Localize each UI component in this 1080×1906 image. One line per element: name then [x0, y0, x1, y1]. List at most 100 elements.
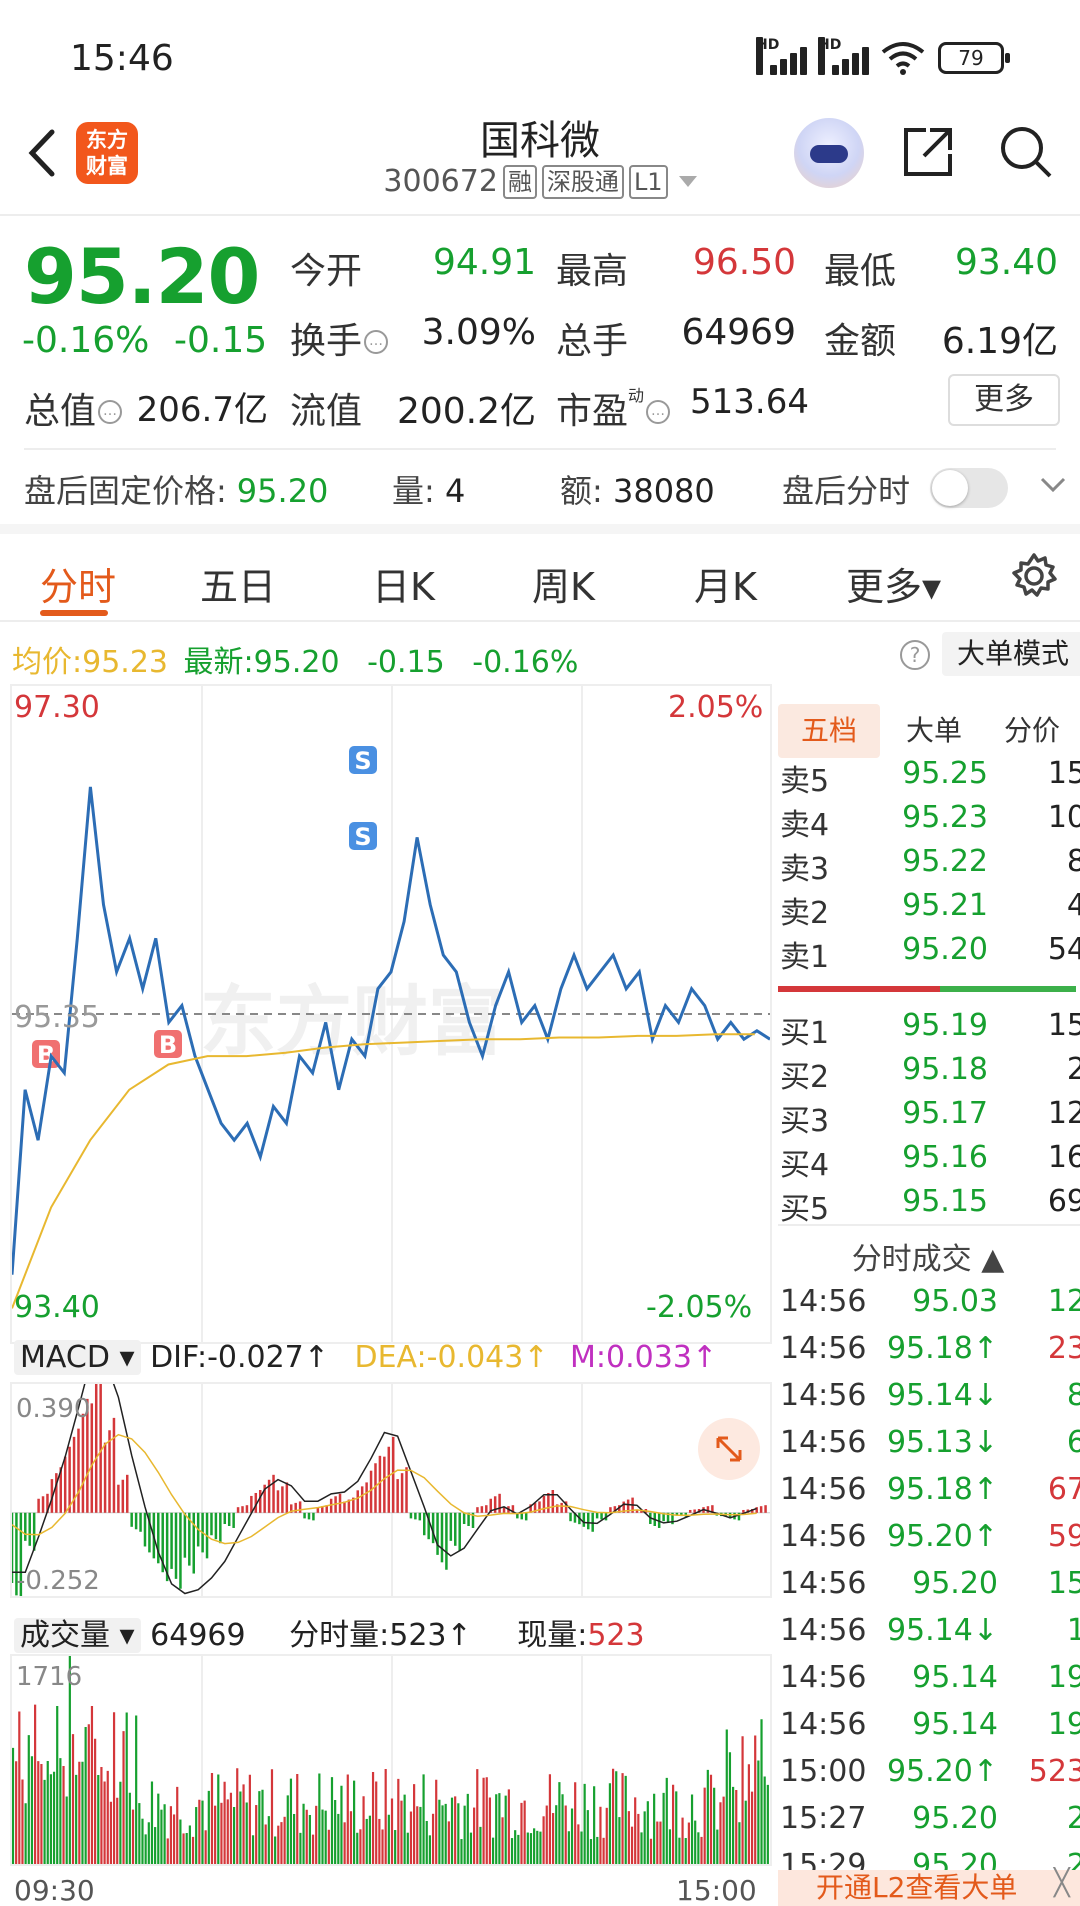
share-icon[interactable] [900, 124, 956, 180]
info-icon[interactable]: … [646, 400, 671, 424]
tick-price: 95.14↓ [886, 1613, 998, 1648]
volume-value: 64969 [681, 312, 796, 353]
tick-volume: 12 [1047, 1284, 1080, 1319]
macd-selector[interactable]: MACD ▾ [14, 1340, 141, 1375]
big-order-mode-button[interactable]: 大单模式 [942, 632, 1080, 676]
tick-volume: 67 [1047, 1472, 1080, 1507]
ask-price: 95.22 [902, 844, 988, 879]
after-hours-row: 盘后固定价格: 95.20 [24, 472, 329, 510]
tick-time: 14:56 [780, 1472, 867, 1507]
chart-bottom-pct: -2.05% [646, 1290, 753, 1325]
chevron-down-icon[interactable] [1040, 476, 1066, 494]
tick-volume: 59 [1047, 1519, 1080, 1554]
close-icon[interactable]: ╳ [1054, 1868, 1070, 1898]
time-start: 09:30 [14, 1874, 95, 1906]
more-button[interactable]: 更多 [948, 374, 1060, 426]
after-hours-toggle[interactable] [930, 468, 1008, 508]
tick-time: 15:27 [780, 1801, 867, 1836]
tick-volume: 6 [1066, 1425, 1080, 1460]
ask-label: 卖3 [780, 852, 830, 887]
pe-label[interactable]: 市盈动… [556, 382, 671, 434]
bid-price: 95.15 [902, 1184, 988, 1219]
after-hours-toggle-label: 盘后分时 [782, 472, 911, 510]
bid-volume: 16 [1047, 1140, 1080, 1175]
macd-header: MACD ▾ DIF:-0.027↑ DEA:-0.043↑ M:0.033↑ [14, 1340, 717, 1375]
tab-daily-k[interactable]: 日K [372, 556, 435, 611]
l2-banner[interactable]: 开通L2查看大单 [778, 1870, 1080, 1906]
margin-tag: 融 [502, 164, 537, 199]
ask-price: 95.20 [902, 932, 988, 967]
tick-time: 14:56 [780, 1707, 867, 1742]
low-label: 最低 [824, 251, 897, 292]
tab-weekly-k[interactable]: 周K [532, 556, 595, 611]
mktcap-label[interactable]: 总值… [24, 382, 123, 434]
volume-max: 1716 [16, 1662, 83, 1692]
tick-price: 95.13↓ [886, 1425, 998, 1460]
tick-time: 14:56 [780, 1660, 867, 1695]
expand-icon[interactable] [698, 1418, 760, 1480]
marker-label: S [354, 747, 371, 775]
ask-volume: 4 [1066, 888, 1080, 923]
float-value: 200.2亿 [396, 391, 536, 432]
connect-tag: 深股通 [541, 164, 624, 199]
tick-price: 95.20↑ [886, 1754, 998, 1789]
tick-time: 14:56 [780, 1425, 867, 1460]
tick-volume: 19 [1047, 1707, 1080, 1742]
pe-value: 513.64 [690, 382, 809, 422]
ai-assistant-icon[interactable] [794, 118, 864, 188]
ask-price: 95.23 [902, 800, 988, 835]
tab-order-book[interactable]: 五档 [778, 704, 880, 758]
tab-price-dist[interactable]: 分价 [984, 704, 1080, 758]
ticks-title[interactable]: 分时成交 ▲ [778, 1234, 1078, 1278]
bid-price: 95.17 [902, 1096, 988, 1131]
amount-value: 6.19亿 [941, 321, 1058, 362]
gear-icon[interactable] [1010, 552, 1058, 600]
ask-label: 卖4 [780, 808, 830, 843]
tab-intraday[interactable]: 分时 [40, 556, 116, 611]
time-end: 15:00 [676, 1874, 757, 1906]
ask-label: 卖2 [780, 896, 830, 931]
tick-time: 14:56 [780, 1613, 867, 1648]
volume-bars [12, 1656, 769, 1864]
tick-time: 14:56 [780, 1566, 867, 1601]
tick-time: 14:56 [780, 1331, 867, 1366]
tab-big-orders[interactable]: 大单 [884, 704, 984, 758]
tab-more[interactable]: 更多▾ [846, 556, 941, 611]
change-value: -0.15 [174, 320, 268, 361]
chart-bottom-price: 93.40 [14, 1290, 100, 1325]
price-line-chart: B B S S [12, 686, 770, 1342]
turnover-label[interactable]: 换手… [290, 312, 389, 364]
macd-max: 0.390 [16, 1394, 91, 1424]
macd-bars [12, 1384, 770, 1596]
tick-volume: 523 [1028, 1754, 1080, 1789]
tick-volume: 15 [1047, 1566, 1080, 1601]
ask-volume: 8 [1066, 844, 1080, 879]
tick-time: 15:00 [780, 1754, 867, 1789]
header-divider [0, 214, 1080, 216]
help-icon[interactable]: ? [900, 640, 930, 670]
level-tag: L1 [628, 164, 668, 199]
volume-selector[interactable]: 成交量 ▾ [14, 1618, 141, 1653]
wifi-icon [881, 42, 925, 75]
status-time: 15:46 [70, 38, 174, 79]
tab-monthly-k[interactable]: 月K [694, 556, 757, 611]
tick-volume: 23 [1047, 1331, 1080, 1366]
tick-price: 95.20↑ [886, 1519, 998, 1554]
tick-price: 95.14 [912, 1707, 998, 1742]
high-label: 最高 [556, 251, 629, 292]
bid-price: 95.18 [902, 1052, 988, 1087]
ask-price: 95.25 [902, 756, 988, 791]
tick-price: 95.03 [912, 1284, 998, 1319]
amount-label: 金额 [824, 321, 897, 362]
marker-label: S [354, 823, 371, 851]
search-icon[interactable] [998, 124, 1054, 180]
open-value: 94.91 [432, 242, 536, 283]
chevron-down-icon[interactable] [678, 176, 697, 187]
tick-price: 95.14↓ [886, 1378, 998, 1413]
tab-five-day[interactable]: 五日 [200, 556, 276, 611]
info-icon[interactable]: … [364, 330, 389, 354]
book-divider [778, 1224, 1080, 1226]
bid-label: 买2 [780, 1060, 830, 1095]
tab-underline [40, 610, 108, 616]
info-icon[interactable]: … [98, 400, 123, 424]
